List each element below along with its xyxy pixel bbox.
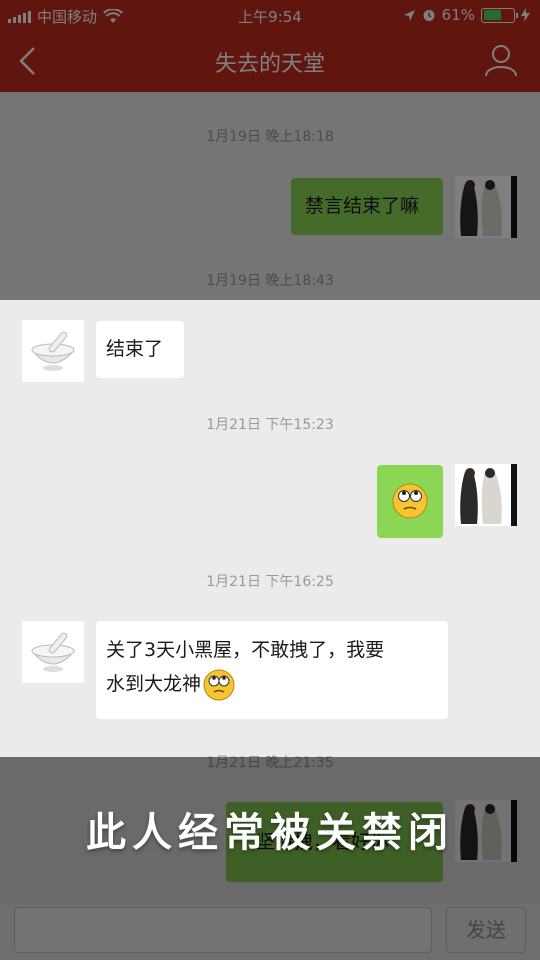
nav-bar: 失去的天堂 bbox=[0, 30, 540, 92]
avatar-self[interactable] bbox=[455, 464, 517, 526]
avatar-self-image bbox=[455, 464, 517, 526]
status-bar: 中国移动 上午9:54 61% bbox=[0, 0, 540, 30]
timestamp: 1月19日 晚上18:18 bbox=[206, 129, 334, 145]
person-icon[interactable] bbox=[484, 43, 518, 77]
message-text-line-2: 水到大龙神 bbox=[106, 667, 438, 702]
caption-text: 此人经常被关禁闭 bbox=[86, 810, 454, 856]
status-right: 61% bbox=[403, 6, 530, 24]
message-bubble-outgoing[interactable]: 禁言结束了嘛 bbox=[291, 178, 443, 235]
message-bubble-incoming[interactable]: 关了3天小黑屋，不敢拽了，我要 水到大龙神 bbox=[96, 621, 448, 719]
mortar-pestle-icon bbox=[22, 320, 84, 382]
input-bar: 发送 bbox=[0, 902, 540, 960]
rolling-eyes-emoji-icon bbox=[203, 669, 235, 700]
timestamp: 1月21日 晚上21:35 bbox=[206, 755, 334, 771]
battery-percent: 61% bbox=[441, 6, 475, 24]
battery-icon bbox=[481, 7, 518, 23]
charging-icon bbox=[521, 8, 530, 22]
avatar-self-image bbox=[455, 176, 517, 238]
alarm-icon bbox=[423, 10, 435, 21]
avatar-other[interactable] bbox=[22, 621, 84, 683]
chat-area[interactable]: 1月19日 晚上18:18 禁言结束了嘛 1月19日 晚上18:43 结束了 1… bbox=[0, 92, 540, 902]
battery-fill bbox=[483, 10, 502, 20]
timestamp: 1月21日 下午15:23 bbox=[206, 417, 334, 433]
timestamp: 1月19日 晚上18:43 bbox=[206, 273, 334, 289]
avatar-other[interactable] bbox=[22, 320, 84, 382]
mortar-pestle-icon bbox=[22, 621, 84, 683]
message-bubble-incoming[interactable]: 结束了 bbox=[96, 321, 184, 378]
rolling-eyes-emoji-icon bbox=[392, 483, 428, 519]
send-button[interactable]: 发送 bbox=[446, 907, 526, 953]
message-bubble-outgoing[interactable] bbox=[377, 465, 443, 538]
avatar-self[interactable] bbox=[455, 176, 517, 238]
chat-title: 失去的天堂 bbox=[214, 52, 325, 77]
message-text: 结束了 bbox=[106, 338, 164, 360]
message-text: 禁言结束了嘛 bbox=[305, 195, 420, 217]
message-text: 水到大龙神 bbox=[106, 673, 202, 695]
location-icon bbox=[403, 9, 415, 21]
message-text-line: 关了3天小黑屋，不敢拽了，我要 bbox=[106, 639, 385, 661]
timestamp: 1月21日 下午16:25 bbox=[206, 574, 334, 590]
message-input[interactable] bbox=[14, 907, 432, 953]
